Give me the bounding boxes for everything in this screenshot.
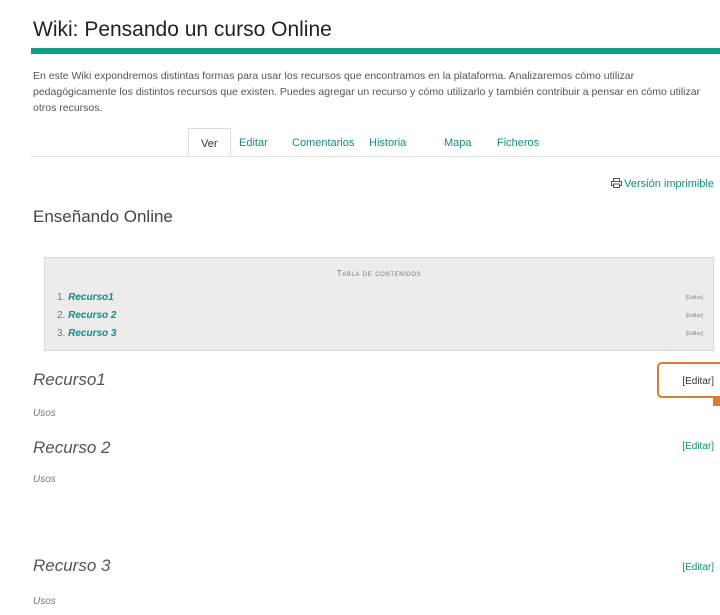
printer-icon bbox=[611, 178, 623, 188]
printable-version-link[interactable]: Versión imprimible bbox=[611, 178, 714, 190]
toc-item-number: 1. bbox=[57, 292, 66, 303]
tab-ver[interactable]: Ver bbox=[188, 128, 231, 156]
edit-highlight-callout bbox=[657, 362, 720, 398]
tab-ficheros[interactable]: Ficheros bbox=[497, 128, 539, 156]
section-edit-link[interactable]: [Editar] bbox=[682, 441, 714, 452]
section-body: Usos bbox=[33, 596, 56, 607]
toc-item: 1. Recurso1 bbox=[57, 292, 114, 303]
toc-link-recurso1[interactable]: Recurso1 bbox=[68, 292, 114, 303]
wiki-description: En este Wiki expondremos distintas forma… bbox=[33, 70, 701, 114]
section-heading-recurso1: Recurso1 bbox=[33, 370, 106, 389]
section-heading-recurso-2: Recurso 2 bbox=[33, 438, 111, 457]
wiki-title: Wiki: Pensando un curso Online bbox=[33, 18, 332, 41]
toc-item: 2. Recurso 2 bbox=[57, 310, 116, 321]
tab-editar[interactable]: Editar bbox=[239, 128, 268, 156]
tab-comentarios[interactable]: Comentarios bbox=[292, 128, 354, 156]
section-edit-link[interactable]: [Editar] bbox=[682, 562, 714, 573]
toc-item: 3. Recurso 3 bbox=[57, 328, 116, 339]
title-underline bbox=[31, 48, 720, 54]
toc-item-number: 2. bbox=[57, 310, 66, 321]
toc-link-recurso-3[interactable]: Recurso 3 bbox=[68, 328, 116, 339]
tab-historia[interactable]: Historia bbox=[369, 128, 406, 156]
toc-title: Tabla de contenidos bbox=[336, 269, 422, 278]
toc-item-number: 3. bbox=[57, 328, 66, 339]
section-heading-recurso-3: Recurso 3 bbox=[33, 556, 111, 575]
section-body: Usos bbox=[33, 474, 56, 485]
table-of-contents: Tabla de contenidos 1. Recurso1 [Editar]… bbox=[44, 257, 714, 351]
callout-pointer bbox=[713, 398, 720, 406]
toc-edit-link[interactable]: [Editar] bbox=[686, 313, 703, 319]
section-body: Usos bbox=[33, 408, 56, 419]
wiki-tabs: Ver Editar Comentarios Historia Mapa Fic… bbox=[31, 128, 720, 157]
wiki-page: Wiki: Pensando un curso Online En este W… bbox=[0, 0, 720, 615]
toc-edit-link[interactable]: [Editar] bbox=[686, 295, 703, 301]
toc-edit-link[interactable]: [Editar] bbox=[686, 331, 703, 337]
page-heading: Enseñando Online bbox=[33, 207, 173, 226]
toc-link-recurso-2[interactable]: Recurso 2 bbox=[68, 310, 116, 321]
printable-version-label: Versión imprimible bbox=[624, 178, 714, 190]
tab-mapa[interactable]: Mapa bbox=[444, 128, 472, 156]
